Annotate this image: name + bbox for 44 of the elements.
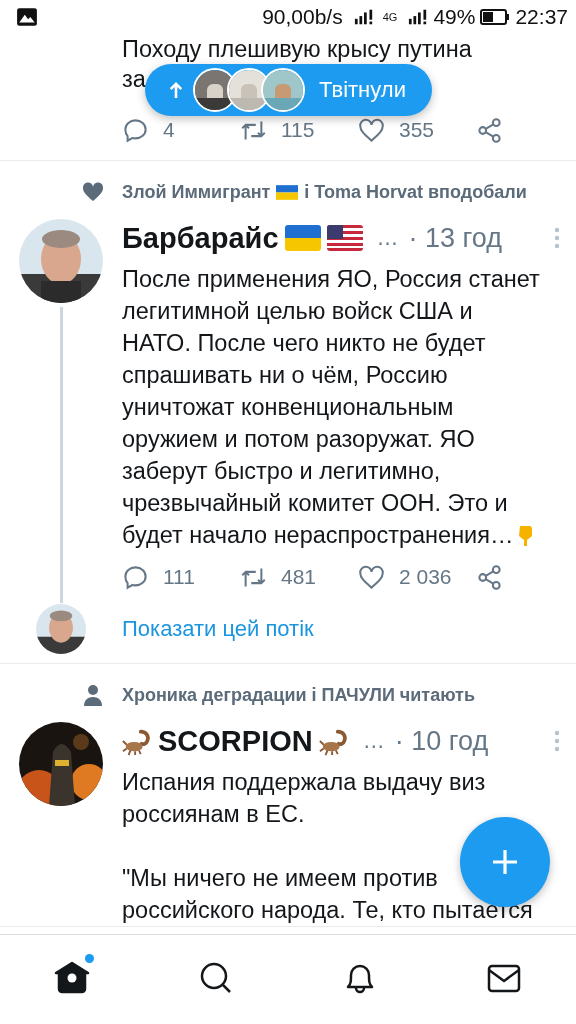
clock: 22:37 — [515, 5, 568, 29]
share-icon — [476, 563, 503, 591]
social-context: і Toma Horvat вподобали — [304, 181, 527, 203]
signal-icon — [353, 9, 374, 25]
flag-icon — [276, 184, 299, 200]
user-name: SCORPION — [158, 724, 313, 758]
person-icon — [81, 683, 105, 707]
image-icon — [16, 6, 38, 28]
tweet-text: "Мы ничего не имеем против российского народа. Те, кто пытается — [122, 864, 534, 925]
name-ellipsis: … — [376, 225, 399, 251]
tweet-text: Испания поддержала выдачу виз россиянам в ЕС. — [122, 768, 487, 829]
heart-icon — [358, 116, 385, 144]
name-ellipsis: … — [362, 728, 385, 754]
battery-icon — [480, 9, 511, 25]
share-button[interactable] — [476, 116, 503, 144]
speech-bubble-icon — [122, 563, 149, 591]
tweet-text: за — [122, 65, 146, 94]
share-button[interactable] — [476, 563, 503, 591]
timestamp: · 13 год — [408, 222, 502, 254]
arrow-up-icon — [169, 81, 183, 99]
like-button[interactable]: 355 — [358, 116, 476, 144]
network-type: 4G — [382, 11, 398, 23]
show-thread-link[interactable]: Показати цей потік — [122, 616, 314, 642]
social-context: Злой Иммигрант — [122, 181, 271, 203]
battery-percent: 49% — [433, 5, 476, 29]
compose-button[interactable] — [460, 817, 550, 907]
reply-button[interactable]: 4 — [122, 116, 240, 144]
speech-bubble-icon — [122, 116, 149, 144]
plus-icon — [490, 847, 520, 877]
heart-icon — [358, 563, 385, 591]
signal-icon — [408, 9, 429, 25]
tweet-text: После применения ЯО, Россия станет легитимной целью войск США и НАТО. После чего никто не будет спрашивать ни о чём, Россию уничтожат конвенциональным оружием и потом разоружат. ЯО заберут быстро и легитимно, чрезвычайный комитет ООН. Это и будет начало нераспространения… — [122, 265, 541, 550]
user-name: Барбарайс — [122, 221, 279, 255]
reply-button[interactable]: 111 — [122, 563, 240, 591]
social-context: Хроника деградации і ПАЧУЛИ читають — [122, 684, 475, 706]
heart-icon — [81, 180, 105, 204]
retweet-button[interactable]: 481 — [240, 563, 358, 591]
new-tweets-pill[interactable]: Твітнули — [145, 64, 432, 116]
network-speed: 90,00b/s — [262, 5, 343, 29]
share-icon — [476, 116, 503, 144]
timestamp: · 10 год — [394, 725, 489, 757]
tweet-text: Походу плешивую крысу путина — [122, 35, 472, 64]
retweet-button[interactable]: 115 — [240, 116, 358, 144]
like-button[interactable]: 2 036 — [358, 563, 476, 591]
